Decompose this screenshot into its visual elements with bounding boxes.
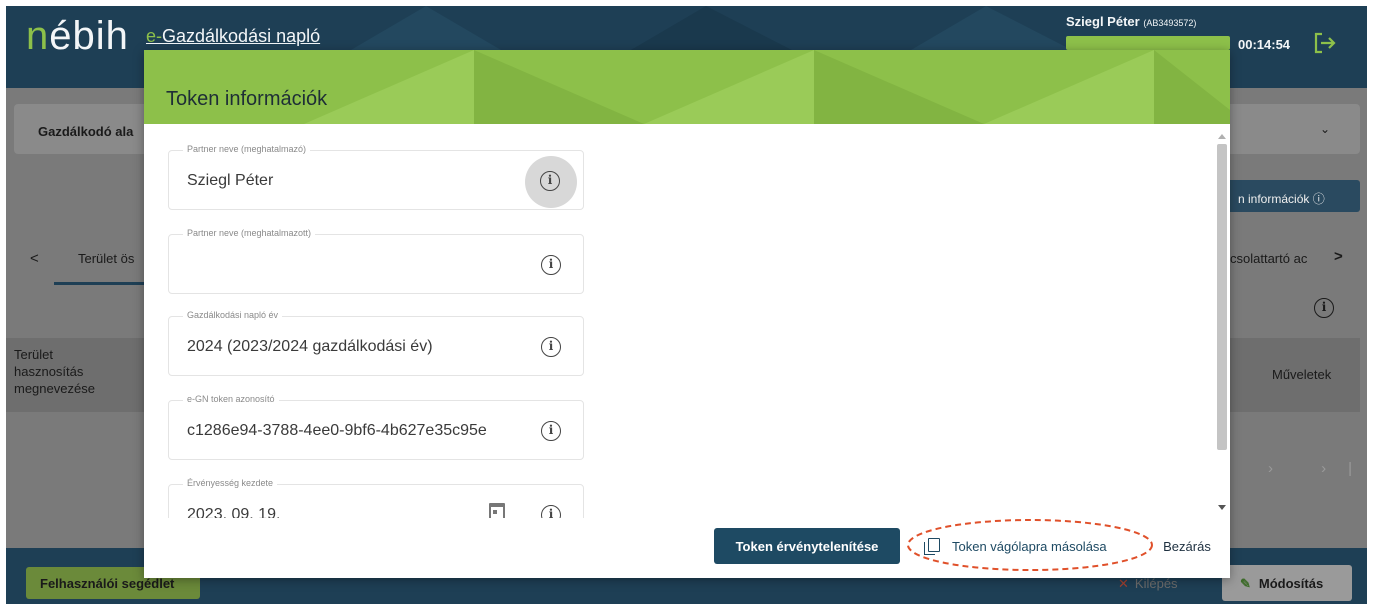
session-timer: 00:14:54	[1238, 37, 1291, 52]
field-value: 2023. 09. 19.	[187, 506, 281, 518]
info-icon[interactable]: i	[541, 337, 561, 357]
invalidate-token-button[interactable]: Token érvénytelenítése	[714, 528, 900, 564]
active-tab-indicator	[54, 282, 154, 285]
scroll-down-icon[interactable]	[1218, 505, 1226, 510]
validity-start-field[interactable]: Érvényesség kezdete 2023. 09. 19. i	[168, 478, 584, 518]
info-icon[interactable]: i	[1314, 298, 1334, 318]
calendar-icon[interactable]	[489, 503, 505, 518]
field-label: Partner neve (meghatalmazott)	[183, 228, 316, 238]
modify-button[interactable]: ✎ Módosítás	[1222, 565, 1352, 601]
user-id: (AB3493572)	[1143, 18, 1197, 28]
farmer-data-label: Gazdálkodó ala	[38, 124, 134, 139]
field-label: Gazdálkodási napló év	[183, 310, 283, 320]
dialog-header: Token információk	[144, 50, 1230, 124]
field-label: e-GN token azonosító	[183, 394, 279, 404]
app-title-prefix: e-	[146, 26, 163, 46]
copy-token-button[interactable]: Token vágólapra másolása	[910, 532, 1142, 560]
journal-year-field[interactable]: Gazdálkodási napló év 2024 (2023/2024 ga…	[168, 310, 584, 376]
user-name-text: Sziegl Péter	[1066, 14, 1140, 29]
token-info-dialog: Token információk Partner neve (meghatal…	[144, 50, 1230, 578]
tab-next-icon[interactable]: >	[1334, 248, 1343, 265]
delegate-name-field[interactable]: Partner neve (meghatalmazott) i	[168, 228, 584, 294]
logo-text: nébih	[26, 14, 129, 58]
dialog-title: Token információk	[166, 88, 328, 110]
info-icon: i	[540, 171, 560, 191]
pencil-icon: ✎	[1240, 576, 1251, 591]
user-role-bar[interactable]	[1066, 36, 1230, 50]
th-line-2: hasznosítás	[14, 364, 84, 379]
exit-label: Kilépés	[1134, 576, 1178, 591]
table-header-land-use: Terület hasznosítás megnevezése	[14, 346, 95, 397]
table-header-actions: Műveletek	[1272, 367, 1332, 382]
field-value: c1286e94-3788-4ee0-9bf6-4b627e35c95e	[187, 422, 487, 439]
tab-contact[interactable]: csolattartó ac	[1230, 251, 1307, 266]
app-title-text: Gazdálkodási napló	[162, 26, 321, 46]
close-button[interactable]: Bezárás	[1154, 532, 1220, 560]
scroll-thumb[interactable]	[1217, 144, 1227, 450]
token-id-field[interactable]: e-GN token azonosító c1286e94-3788-4ee0-…	[168, 394, 584, 460]
dialog-body: Partner neve (meghatalmazó) Sziegl Péter…	[144, 124, 1230, 518]
dialog-scrollbar[interactable]	[1214, 126, 1230, 516]
token-info-button[interactable]: n információk ⓘ	[1226, 180, 1360, 212]
header-pattern	[304, 50, 1230, 124]
tab-area[interactable]: Terület ös	[78, 251, 134, 266]
field-label: Partner neve (meghatalmazó)	[183, 144, 311, 154]
field-value: 2024 (2023/2024 gazdálkodási év)	[187, 338, 433, 355]
info-icon[interactable]: i	[541, 421, 561, 441]
info-icon-hover[interactable]: i	[525, 156, 577, 208]
th-line-1: Terület	[14, 347, 54, 362]
exit-button[interactable]: ✕ Kilépés	[1118, 576, 1178, 592]
field-value: Sziegl Péter	[187, 172, 274, 189]
close-icon: ✕	[1118, 576, 1129, 591]
scroll-up-icon[interactable]	[1218, 134, 1226, 139]
tab-prev-icon[interactable]: <	[30, 250, 39, 267]
copy-icon	[924, 538, 940, 555]
logout-icon[interactable]	[1312, 30, 1338, 56]
delegator-name-field[interactable]: Partner neve (meghatalmazó) Sziegl Péter…	[168, 144, 584, 210]
modify-label: Módosítás	[1258, 576, 1324, 591]
user-name: Sziegl Péter (AB3493572)	[1066, 14, 1196, 29]
token-info-button-label: n információk	[1238, 192, 1310, 206]
th-line-3: megnevezése	[14, 381, 95, 396]
dialog-footer: Token érvénytelenítése Token vágólapra m…	[144, 518, 1230, 578]
nebih-logo: nébih	[26, 14, 129, 59]
app-title[interactable]: e-Gazdálkodási napló	[146, 26, 320, 47]
info-icon[interactable]: i	[541, 505, 561, 518]
pagination-icons[interactable]: › ›|	[1268, 460, 1373, 477]
info-icon[interactable]: i	[541, 255, 561, 275]
field-label: Érvényesség kezdete	[183, 478, 278, 488]
copy-token-label: Token vágólapra másolása	[952, 538, 1107, 554]
chevron-down-icon[interactable]: ⌄	[1320, 122, 1330, 136]
